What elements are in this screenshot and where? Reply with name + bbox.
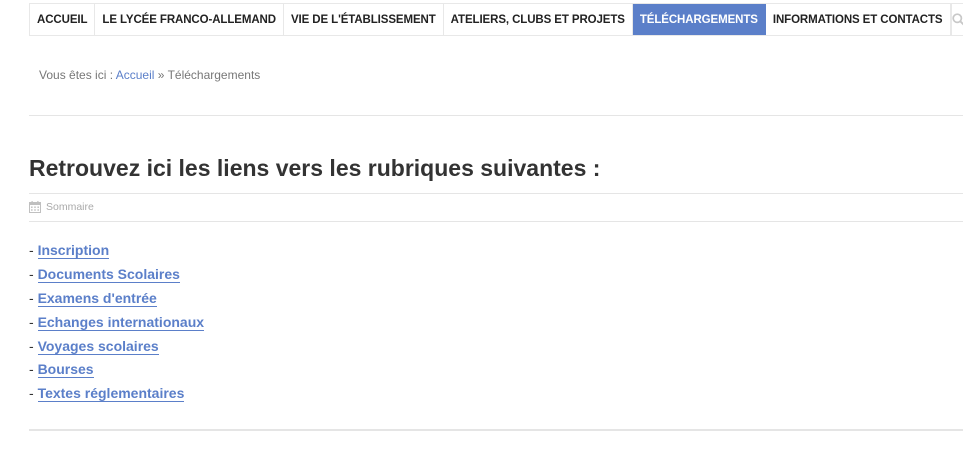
meta-label: Sommaire	[46, 201, 94, 213]
nav-item-vie-etablissement[interactable]: VIE DE L'ÉTABLISSEMENT	[284, 4, 444, 35]
breadcrumb-prefix: Vous êtes ici :	[39, 68, 114, 82]
list-bullet: -	[29, 385, 34, 402]
divider	[29, 429, 963, 431]
calendar-icon	[29, 201, 41, 213]
link-echanges-internationaux[interactable]: Echanges internationaux	[37, 313, 205, 331]
list-item: - Textes réglementaires	[29, 383, 204, 407]
breadcrumb: Vous êtes ici : Accueil » Téléchargement…	[39, 68, 260, 82]
list-bullet: -	[29, 265, 34, 282]
list-bullet: -	[29, 361, 34, 378]
link-bourses[interactable]: Bourses	[37, 361, 94, 379]
breadcrumb-separator: »	[157, 68, 165, 82]
list-bullet: -	[29, 313, 34, 330]
nav-item-lycee[interactable]: LE LYCÉE FRANCO-ALLEMAND	[95, 4, 284, 35]
link-textes-reglementaires[interactable]: Textes réglementaires	[37, 385, 185, 403]
breadcrumb-current: Téléchargements	[167, 68, 261, 82]
main-nav: ACCUEIL LE LYCÉE FRANCO-ALLEMAND VIE DE …	[29, 3, 963, 36]
link-documents-scolaires[interactable]: Documents Scolaires	[37, 265, 180, 283]
list-bullet: -	[29, 289, 34, 306]
search-button[interactable]	[950, 4, 963, 35]
list-item: - Inscription	[29, 240, 204, 264]
nav-item-ateliers[interactable]: ATELIERS, CLUBS ET PROJETS	[444, 4, 633, 35]
list-item: - Documents Scolaires	[29, 264, 204, 288]
list-bullet: -	[29, 337, 34, 354]
link-examens-entree[interactable]: Examens d'entrée	[37, 289, 157, 307]
divider	[29, 221, 963, 222]
list-item: - Echanges internationaux	[29, 312, 205, 336]
link-inscription[interactable]: Inscription	[37, 242, 110, 259]
nav-item-telechargements[interactable]: TÉLÉCHARGEMENTS	[632, 4, 766, 35]
breadcrumb-home-link[interactable]: Accueil	[116, 68, 155, 82]
post-meta: Sommaire	[29, 201, 94, 213]
divider	[29, 193, 963, 194]
list-item: - Bourses	[29, 359, 204, 383]
page-title: Retrouvez ici les liens vers les rubriqu…	[29, 155, 601, 181]
divider	[29, 115, 963, 116]
list-item: - Voyages scolaires	[29, 336, 204, 360]
search-icon	[951, 13, 963, 26]
nav-item-accueil[interactable]: ACCUEIL	[30, 4, 96, 35]
list-item: - Examens d'entrée	[29, 288, 204, 312]
link-voyages-scolaires[interactable]: Voyages scolaires	[37, 337, 159, 355]
nav-item-informations[interactable]: INFORMATIONS ET CONTACTS	[766, 4, 951, 35]
list-bullet: -	[29, 242, 34, 258]
download-links-list: - Inscription - Documents Scolaires - Ex…	[29, 240, 205, 407]
